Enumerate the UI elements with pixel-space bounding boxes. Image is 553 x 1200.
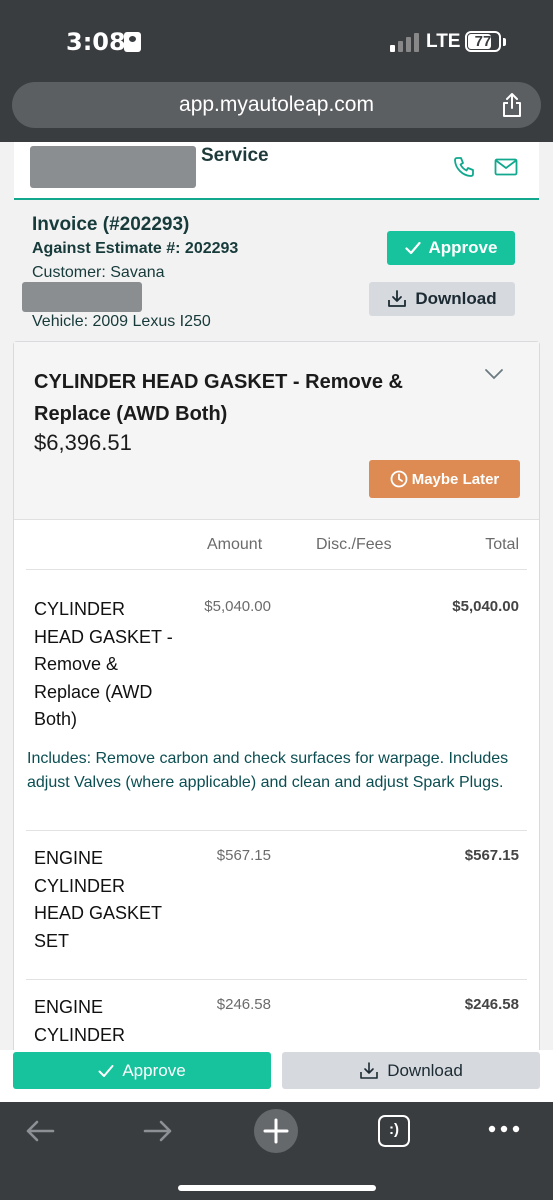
download-label: Download (387, 1060, 463, 1080)
battery-indicator: 77 (465, 31, 501, 52)
clock-icon (390, 470, 408, 488)
line-item-description: Includes: Remove carbon and check surfac… (27, 750, 509, 791)
approve-label: Approve (428, 238, 498, 257)
download-button-bottom[interactable]: Download (282, 1052, 540, 1089)
invoice-title: Invoice (#202293) (32, 214, 190, 235)
redacted-customer-info (22, 282, 142, 312)
shop-name: Service (201, 145, 269, 166)
id-card-icon (124, 32, 141, 52)
new-tab-button[interactable] (254, 1109, 298, 1153)
browser-toolbar: :) (0, 1102, 553, 1200)
download-button[interactable]: Download (369, 282, 515, 316)
network-type: LTE (426, 31, 461, 52)
approve-label: Approve (122, 1060, 186, 1080)
line-item-name: ENGINE CYLINDER (34, 997, 126, 1045)
line-item-name: ENGINE CYLINDER HEAD GASKET SET (34, 848, 162, 951)
redacted-shop-logo (30, 146, 196, 188)
against-estimate: Against Estimate #: 202293 (32, 240, 239, 257)
signal-icon (390, 32, 420, 52)
download-icon (360, 1061, 378, 1079)
header-divider (26, 569, 527, 570)
line-item-name: CYLINDER HEAD GASKET - Remove & Replace … (34, 599, 173, 729)
home-indicator[interactable] (178, 1185, 376, 1191)
invoice-summary: Invoice (#202293) Against Estimate #: 20… (14, 202, 539, 340)
service-title: CYLINDER HEAD GASKET - Remove & Replace … (34, 371, 403, 425)
column-header-amount: Amount (207, 536, 263, 553)
forward-arrow-icon[interactable] (142, 1119, 174, 1143)
line-item-total: $246.58 (464, 996, 519, 1013)
row-divider (26, 979, 527, 980)
customer-name: Customer: Savana (32, 264, 165, 281)
check-icon (404, 241, 421, 255)
chevron-down-icon[interactable] (484, 368, 504, 380)
maybe-later-label: Maybe Later (411, 470, 500, 488)
battery-percent: 77 (474, 33, 492, 50)
plus-icon (263, 1118, 289, 1144)
vehicle-info: Vehicle: 2009 Lexus I250 (32, 313, 211, 330)
browser-top-chrome: 3:08 LTE 77 app.myautoleap.com (0, 0, 553, 142)
check-icon (98, 1064, 114, 1077)
row-divider (26, 830, 527, 831)
approve-button-bottom[interactable]: Approve (13, 1052, 271, 1089)
bottom-action-bar: Approve Download (0, 1050, 553, 1102)
service-price: $6,396.51 (34, 430, 132, 455)
download-label: Download (415, 289, 497, 308)
status-time: 3:08 (66, 28, 126, 56)
mail-icon[interactable] (494, 158, 518, 176)
column-header-disc-fees: Disc./Fees (316, 536, 392, 553)
url-text: app.myautoleap.com (179, 93, 374, 116)
more-icon[interactable] (488, 1124, 520, 1134)
line-item-total: $5,040.00 (452, 598, 519, 615)
share-icon[interactable] (500, 92, 524, 118)
shop-header: Service (14, 142, 539, 200)
service-card: CYLINDER HEAD GASKET - Remove & Replace … (13, 341, 540, 1050)
phone-icon[interactable] (453, 156, 475, 178)
url-bar[interactable]: app.myautoleap.com (12, 82, 541, 128)
line-item-amount: $567.15 (216, 847, 271, 864)
line-item-amount: $246.58 (216, 996, 271, 1013)
service-card-header[interactable]: CYLINDER HEAD GASKET - Remove & Replace … (14, 342, 539, 520)
approve-button[interactable]: Approve (387, 231, 515, 265)
tabs-icon[interactable]: :) (378, 1115, 410, 1147)
line-item-total: $567.15 (464, 847, 519, 864)
maybe-later-button[interactable]: Maybe Later (369, 460, 520, 498)
back-arrow-icon[interactable] (24, 1119, 56, 1143)
column-header-total: Total (485, 536, 519, 553)
web-page: Service Invoice (#202293) Against Estima… (0, 142, 553, 1050)
line-item-amount: $5,040.00 (204, 598, 271, 615)
battery-nub (503, 38, 506, 46)
download-icon (388, 290, 407, 307)
